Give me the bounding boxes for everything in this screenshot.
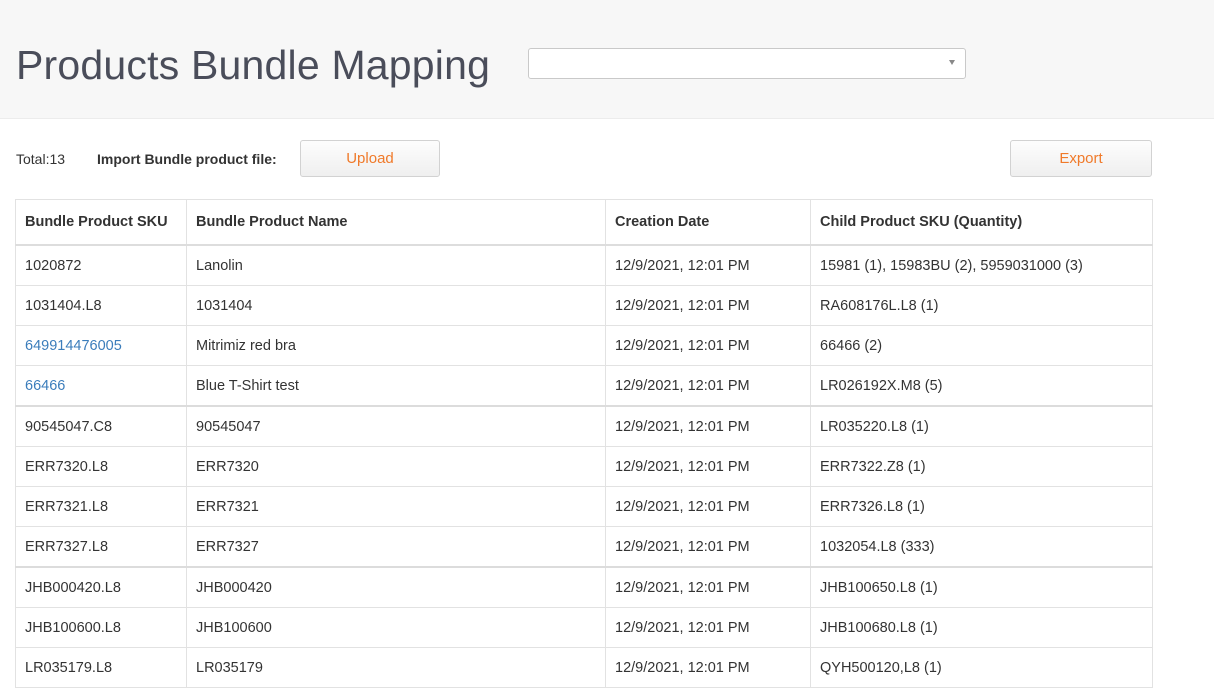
column-header-creation-date[interactable]: Creation Date [605,199,811,246]
table-row[interactable]: 1020872 Lanolin 12/9/2021, 12:01 PM 1598… [15,244,1153,286]
cell-bundle-sku: ERR7321.L8 [15,486,187,527]
export-button[interactable]: Export [1010,140,1152,177]
cell-child-sku: JHB100650.L8 (1) [810,566,1153,608]
cell-child-sku: ERR7322.Z8 (1) [810,446,1153,487]
cell-bundle-sku-link[interactable]: 649914476005 [15,325,187,366]
cell-bundle-sku: ERR7320.L8 [15,446,187,487]
table-row[interactable]: 66466 Blue T-Shirt test 12/9/2021, 12:01… [15,365,1153,407]
cell-creation-date: 12/9/2021, 12:01 PM [605,486,811,527]
cell-child-sku: 66466 (2) [810,325,1153,366]
table-row[interactable]: 90545047.C8 90545047 12/9/2021, 12:01 PM… [15,405,1153,447]
table-row[interactable]: JHB100600.L8 JHB100600 12/9/2021, 12:01 … [15,607,1153,648]
table-row[interactable]: LR035179.L8 LR035179 12/9/2021, 12:01 PM… [15,647,1153,688]
cell-bundle-name: JHB100600 [186,607,606,648]
cell-bundle-sku: 1031404.L8 [15,285,187,326]
cell-creation-date: 12/9/2021, 12:01 PM [605,365,811,407]
table-row[interactable]: 1031404.L8 1031404 12/9/2021, 12:01 PM R… [15,285,1153,326]
cell-bundle-sku: LR035179.L8 [15,647,187,688]
cell-child-sku: QYH500120,L8 (1) [810,647,1153,688]
page-header: Products Bundle Mapping [0,0,1214,119]
cell-creation-date: 12/9/2021, 12:01 PM [605,647,811,688]
cell-creation-date: 12/9/2021, 12:01 PM [605,405,811,447]
cell-bundle-sku: JHB100600.L8 [15,607,187,648]
cell-child-sku: JHB100680.L8 (1) [810,607,1153,648]
cell-creation-date: 12/9/2021, 12:01 PM [605,285,811,326]
cell-bundle-sku: 1020872 [15,244,187,286]
cell-bundle-name: ERR7327 [186,526,606,568]
table-row[interactable]: ERR7320.L8 ERR7320 12/9/2021, 12:01 PM E… [15,446,1153,487]
cell-bundle-sku: 90545047.C8 [15,405,187,447]
table-row[interactable]: ERR7321.L8 ERR7321 12/9/2021, 12:01 PM E… [15,486,1153,527]
cell-bundle-sku-link[interactable]: 66466 [15,365,187,407]
cell-child-sku: 1032054.L8 (333) [810,526,1153,568]
cell-bundle-sku: JHB000420.L8 [15,566,187,608]
cell-child-sku: 15981 (1), 15983BU (2), 5959031000 (3) [810,244,1153,286]
cell-bundle-name: 1031404 [186,285,606,326]
cell-bundle-name: Blue T-Shirt test [186,365,606,407]
cell-bundle-name: Lanolin [186,244,606,286]
cell-creation-date: 12/9/2021, 12:01 PM [605,607,811,648]
cell-creation-date: 12/9/2021, 12:01 PM [605,566,811,608]
bundle-table: Bundle Product SKU Bundle Product Name C… [15,199,1153,688]
table-row[interactable]: JHB000420.L8 JHB000420 12/9/2021, 12:01 … [15,566,1153,608]
column-header-bundle-sku[interactable]: Bundle Product SKU [15,199,187,246]
cell-bundle-sku: ERR7327.L8 [15,526,187,568]
cell-bundle-name: ERR7320 [186,446,606,487]
cell-bundle-name: 90545047 [186,405,606,447]
cell-bundle-name: ERR7321 [186,486,606,527]
cell-child-sku: LR026192X.M8 (5) [810,365,1153,407]
total-count: Total:13 [16,151,66,167]
cell-child-sku: ERR7326.L8 (1) [810,486,1153,527]
cell-bundle-name: LR035179 [186,647,606,688]
cell-creation-date: 12/9/2021, 12:01 PM [605,244,811,286]
column-header-child-sku[interactable]: Child Product SKU (Quantity) [810,199,1153,246]
chevron-down-icon [949,60,955,65]
cell-child-sku: RA608176L.L8 (1) [810,285,1153,326]
bundle-select-dropdown[interactable] [528,48,966,79]
page-title: Products Bundle Mapping [16,42,491,88]
cell-creation-date: 12/9/2021, 12:01 PM [605,446,811,487]
table-row[interactable]: ERR7327.L8 ERR7327 12/9/2021, 12:01 PM 1… [15,526,1153,568]
cell-bundle-name: Mitrimiz red bra [186,325,606,366]
table-header-row: Bundle Product SKU Bundle Product Name C… [15,199,1153,246]
table-row[interactable]: 649914476005 Mitrimiz red bra 12/9/2021,… [15,325,1153,366]
column-header-bundle-name[interactable]: Bundle Product Name [186,199,606,246]
cell-creation-date: 12/9/2021, 12:01 PM [605,526,811,568]
cell-child-sku: LR035220.L8 (1) [810,405,1153,447]
cell-creation-date: 12/9/2021, 12:01 PM [605,325,811,366]
cell-bundle-name: JHB000420 [186,566,606,608]
import-label: Import Bundle product file: [97,151,277,167]
upload-button[interactable]: Upload [300,140,440,177]
